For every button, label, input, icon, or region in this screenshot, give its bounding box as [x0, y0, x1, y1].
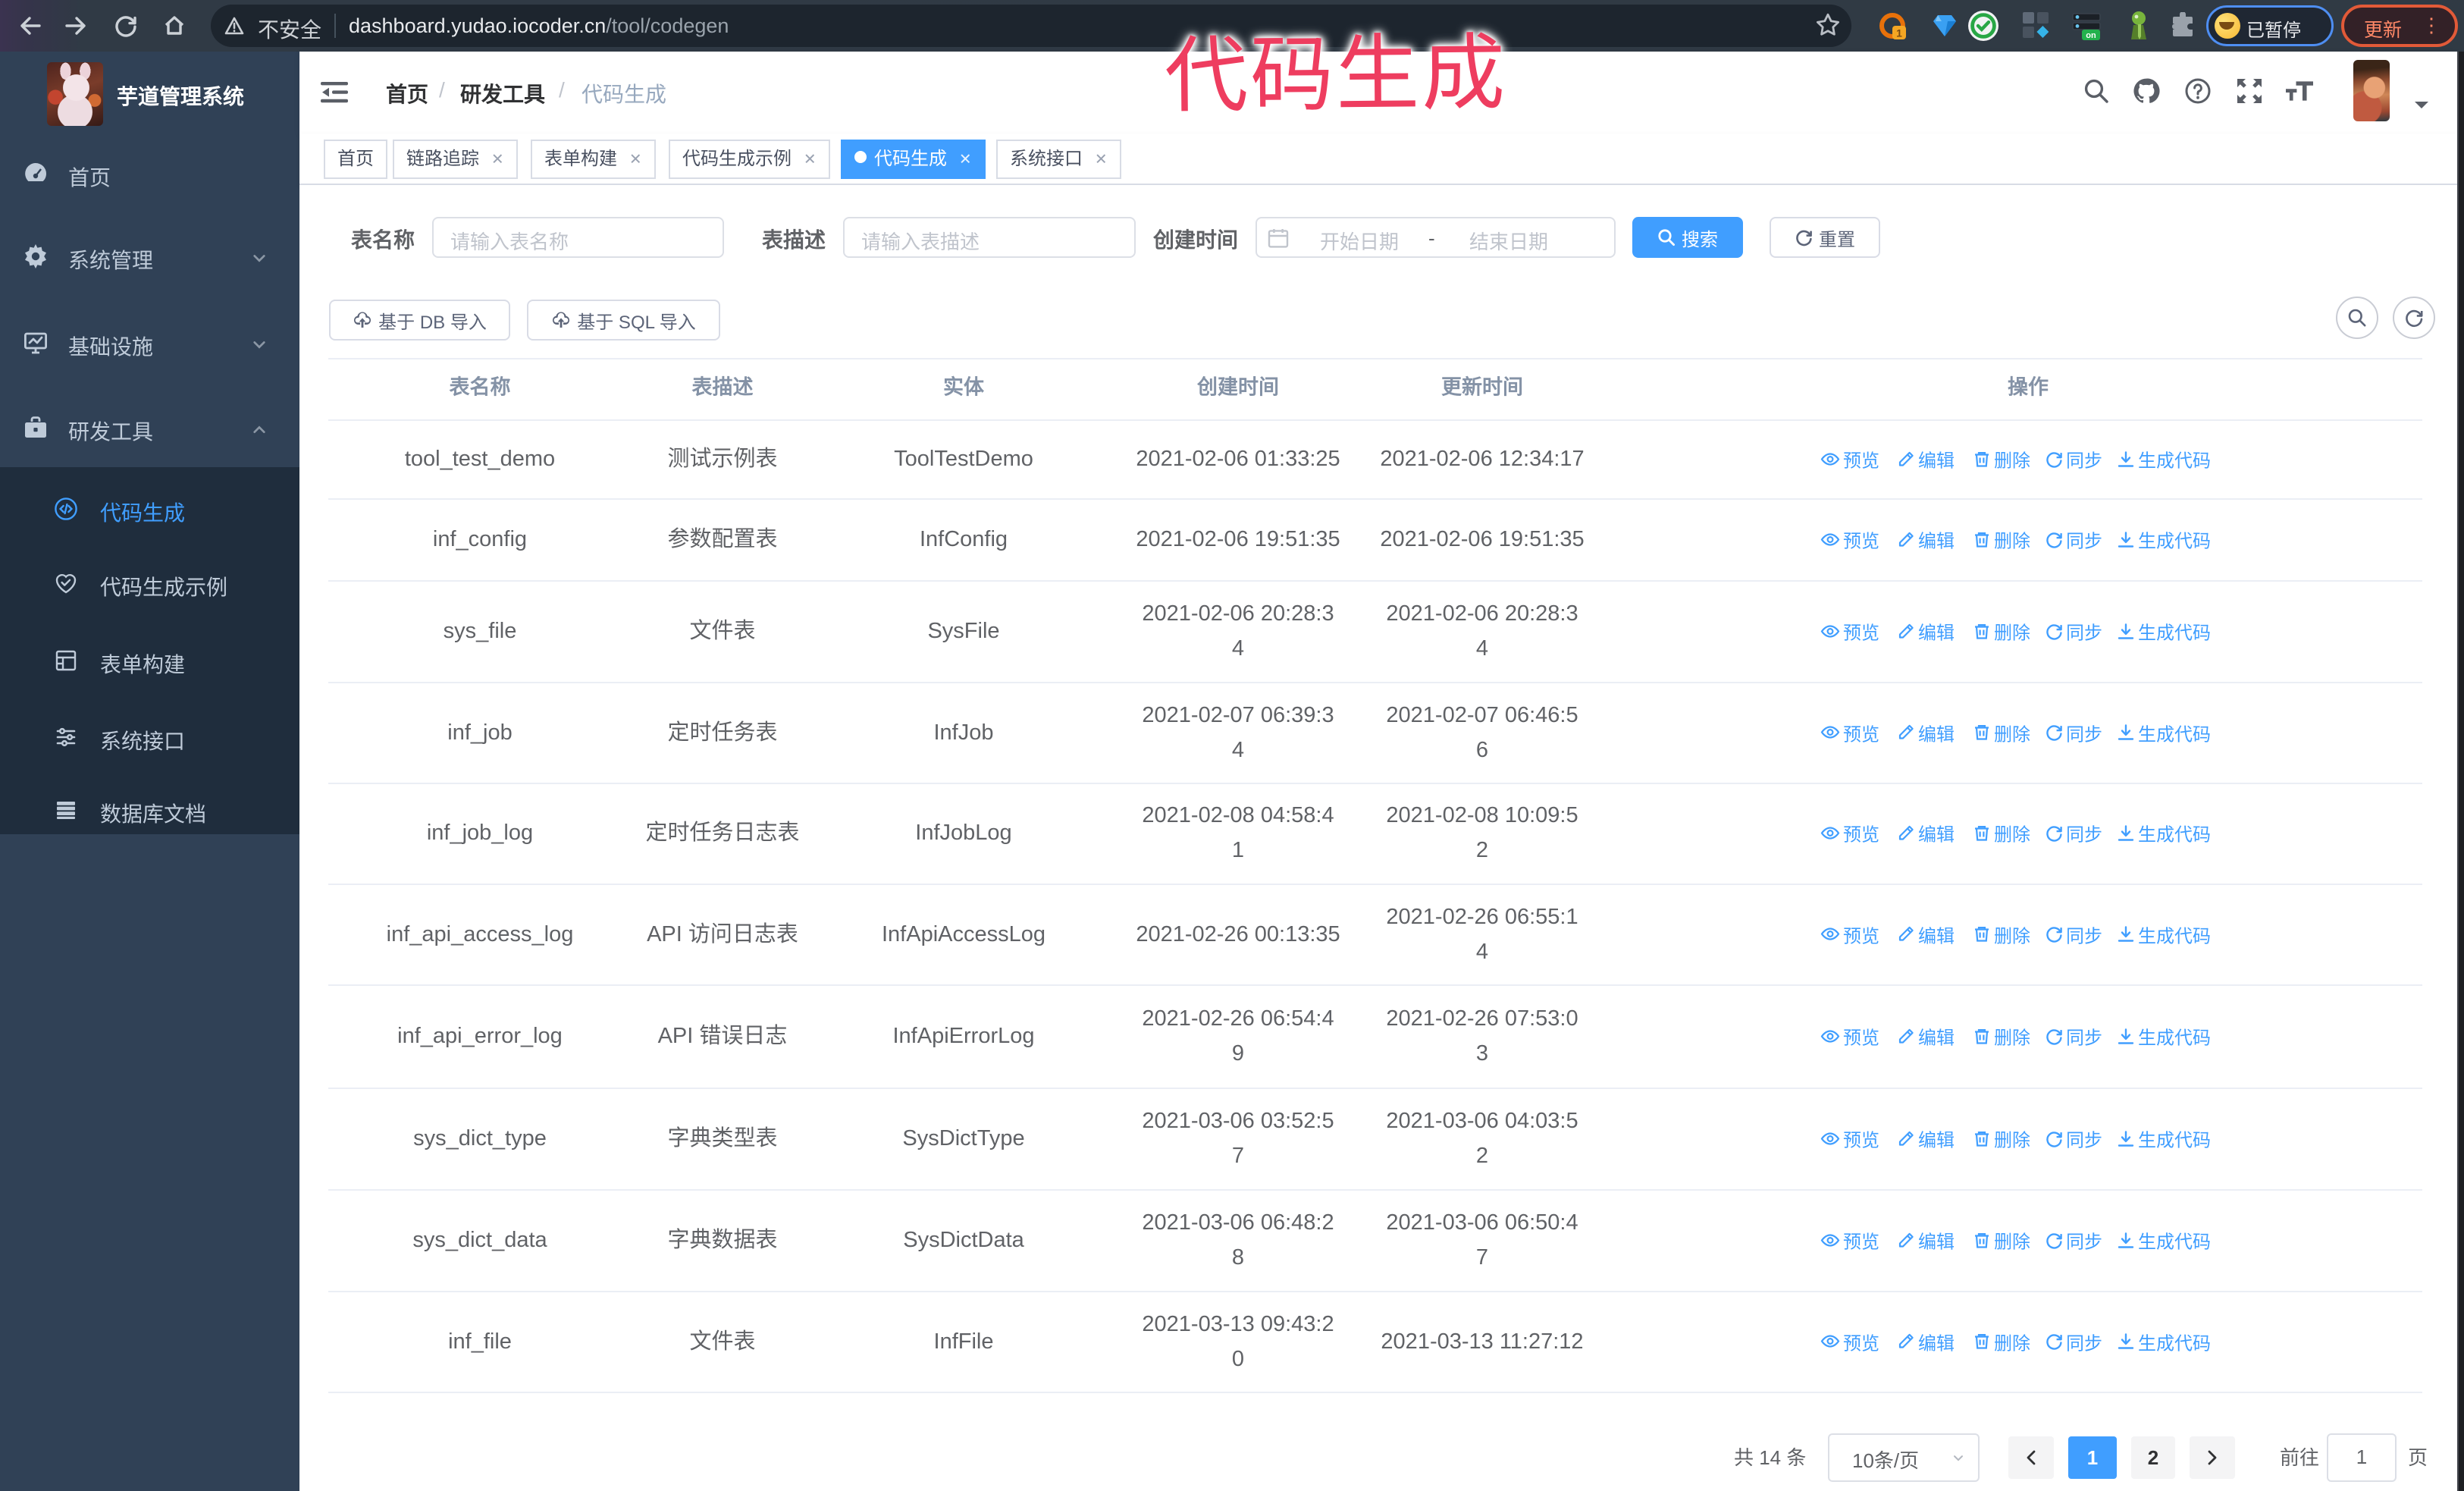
svg-text:on: on [2086, 31, 2096, 40]
svg-text:1: 1 [1896, 27, 1902, 39]
